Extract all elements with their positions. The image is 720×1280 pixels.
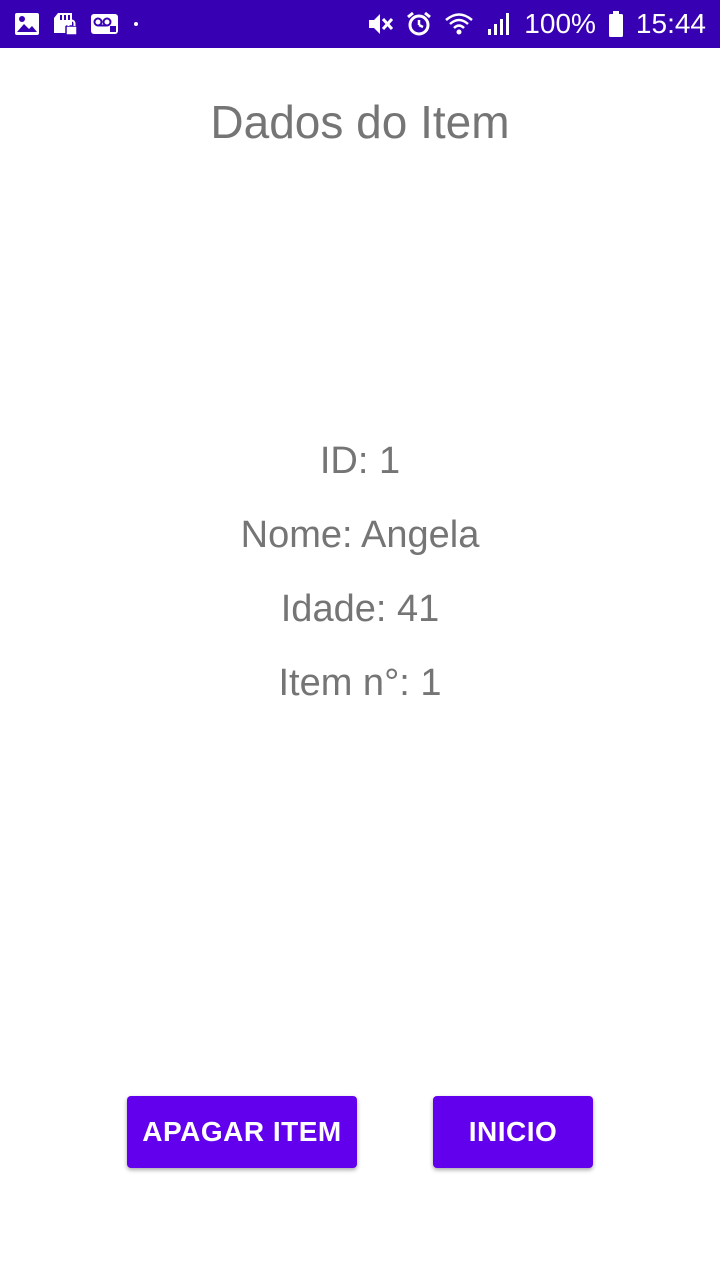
voicemail-icon: [90, 10, 120, 38]
gallery-icon: [14, 10, 40, 38]
alarm-icon: [406, 10, 432, 38]
delete-item-button[interactable]: APAGAR ITEM: [127, 1096, 357, 1168]
item-number-text: Item n°: 1: [278, 662, 442, 704]
item-age-text: Idade: 41: [280, 588, 440, 630]
page-title: Dados do Item: [210, 96, 510, 148]
battery-percent: 100%: [524, 8, 596, 39]
signal-icon: [486, 10, 512, 38]
item-details: ID: 1 Nome: Angela Idade: 41 Item n°: 1: [0, 424, 720, 720]
status-time: 15:44: [635, 8, 706, 39]
status-bar-right: 100% 15:44: [366, 10, 706, 38]
wifi-icon: [444, 10, 474, 38]
home-button[interactable]: INICIO: [433, 1096, 593, 1168]
mute-icon: [366, 10, 394, 38]
status-bar-left: [14, 10, 138, 38]
sd-card-lock-icon: [52, 10, 78, 38]
screen: 100% 15:44 Dados do Item ID: 1 Nome: Ang…: [0, 0, 720, 1280]
status-bar: 100% 15:44: [0, 0, 720, 48]
battery-icon: [608, 10, 624, 38]
item-id-text: ID: 1: [319, 440, 401, 482]
notification-dot-icon: [134, 22, 138, 26]
item-name-text: Nome: Angela: [240, 514, 480, 556]
